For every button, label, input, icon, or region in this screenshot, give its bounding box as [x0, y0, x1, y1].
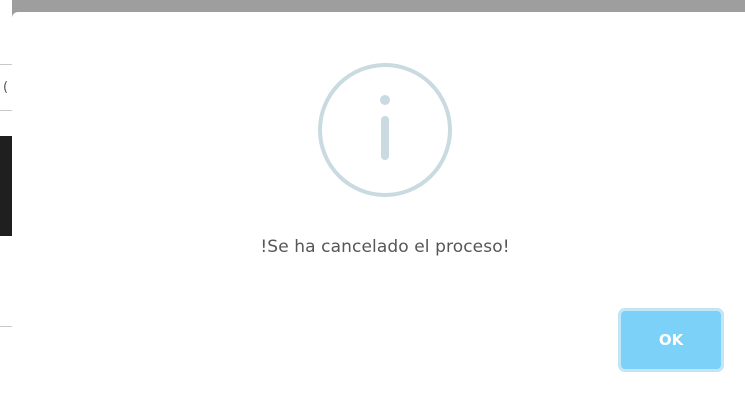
screen: ( !Se ha cancelado el proceso! OK	[0, 0, 745, 400]
background-divider	[0, 64, 12, 65]
ok-button[interactable]: OK	[619, 309, 723, 371]
info-icon	[318, 63, 452, 197]
background-dark-panel	[0, 136, 12, 236]
background-divider	[0, 326, 12, 327]
background-divider	[0, 110, 12, 111]
ok-button-label: OK	[658, 331, 684, 349]
alert-message: !Se ha cancelado el proceso!	[260, 237, 510, 257]
background-text-fragment: (	[3, 80, 9, 95]
alert-dialog: !Se ha cancelado el proceso! OK	[12, 12, 745, 400]
